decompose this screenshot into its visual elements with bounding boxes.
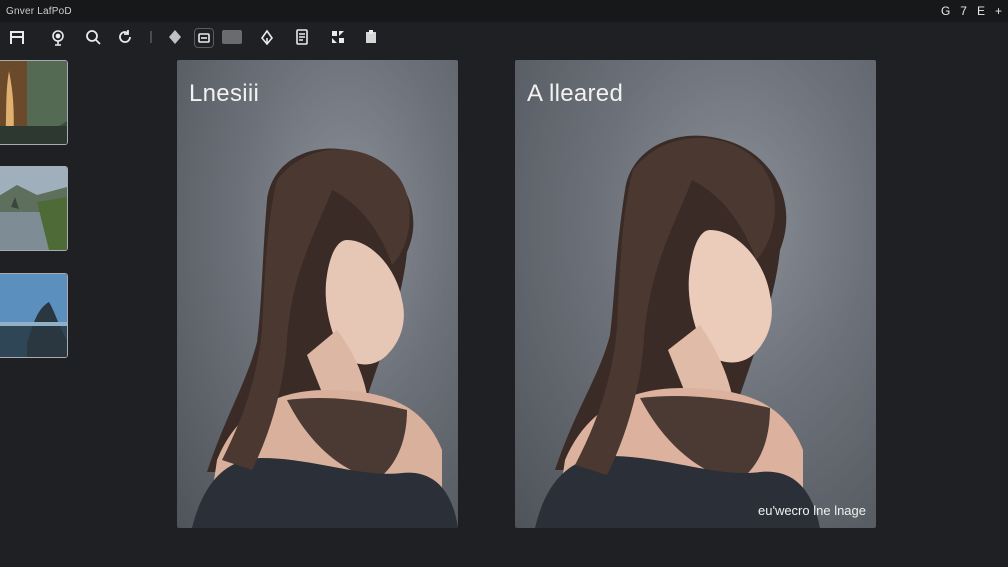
original-image-panel[interactable]: Lnesiii (177, 60, 458, 528)
target-icon[interactable] (47, 26, 69, 48)
thumbnail-river[interactable] (0, 166, 68, 251)
portrait-image-edited (535, 135, 820, 528)
fill-icon[interactable] (164, 26, 186, 48)
title-bar: Gnver LafPoD G 7 E + (0, 0, 1008, 22)
rotate-icon[interactable] (114, 26, 136, 48)
window-control-7[interactable]: 7 (960, 4, 967, 18)
panel-caption-edited: eu'wecro lne lnage (758, 503, 866, 518)
layout-icon[interactable] (6, 26, 28, 48)
effects-icon[interactable] (327, 26, 349, 48)
zoom-icon[interactable] (82, 26, 104, 48)
toolbar (0, 24, 1008, 52)
edited-image-panel[interactable]: A lleared eu'wecro lne lnage (515, 60, 876, 528)
color-swatch[interactable] (222, 30, 242, 44)
window-controls: G 7 E + (941, 4, 1002, 18)
document-icon[interactable] (291, 26, 313, 48)
image-toggle-icon[interactable] (194, 28, 214, 48)
separator-icon (140, 26, 162, 48)
window-control-g[interactable]: G (941, 4, 950, 18)
app-title: Gnver LafPoD (6, 5, 72, 17)
pen-icon[interactable] (256, 26, 278, 48)
portrait-image-original (192, 148, 458, 528)
export-icon[interactable] (360, 26, 382, 48)
thumbnail-waterfall[interactable] (0, 60, 68, 145)
window-control-plus[interactable]: + (995, 4, 1002, 18)
thumbnail-coast[interactable] (0, 273, 68, 358)
app-window: Gnver LafPoD G 7 E + Lnesiii A lleared e… (0, 0, 1008, 567)
window-control-e[interactable]: E (977, 4, 985, 18)
